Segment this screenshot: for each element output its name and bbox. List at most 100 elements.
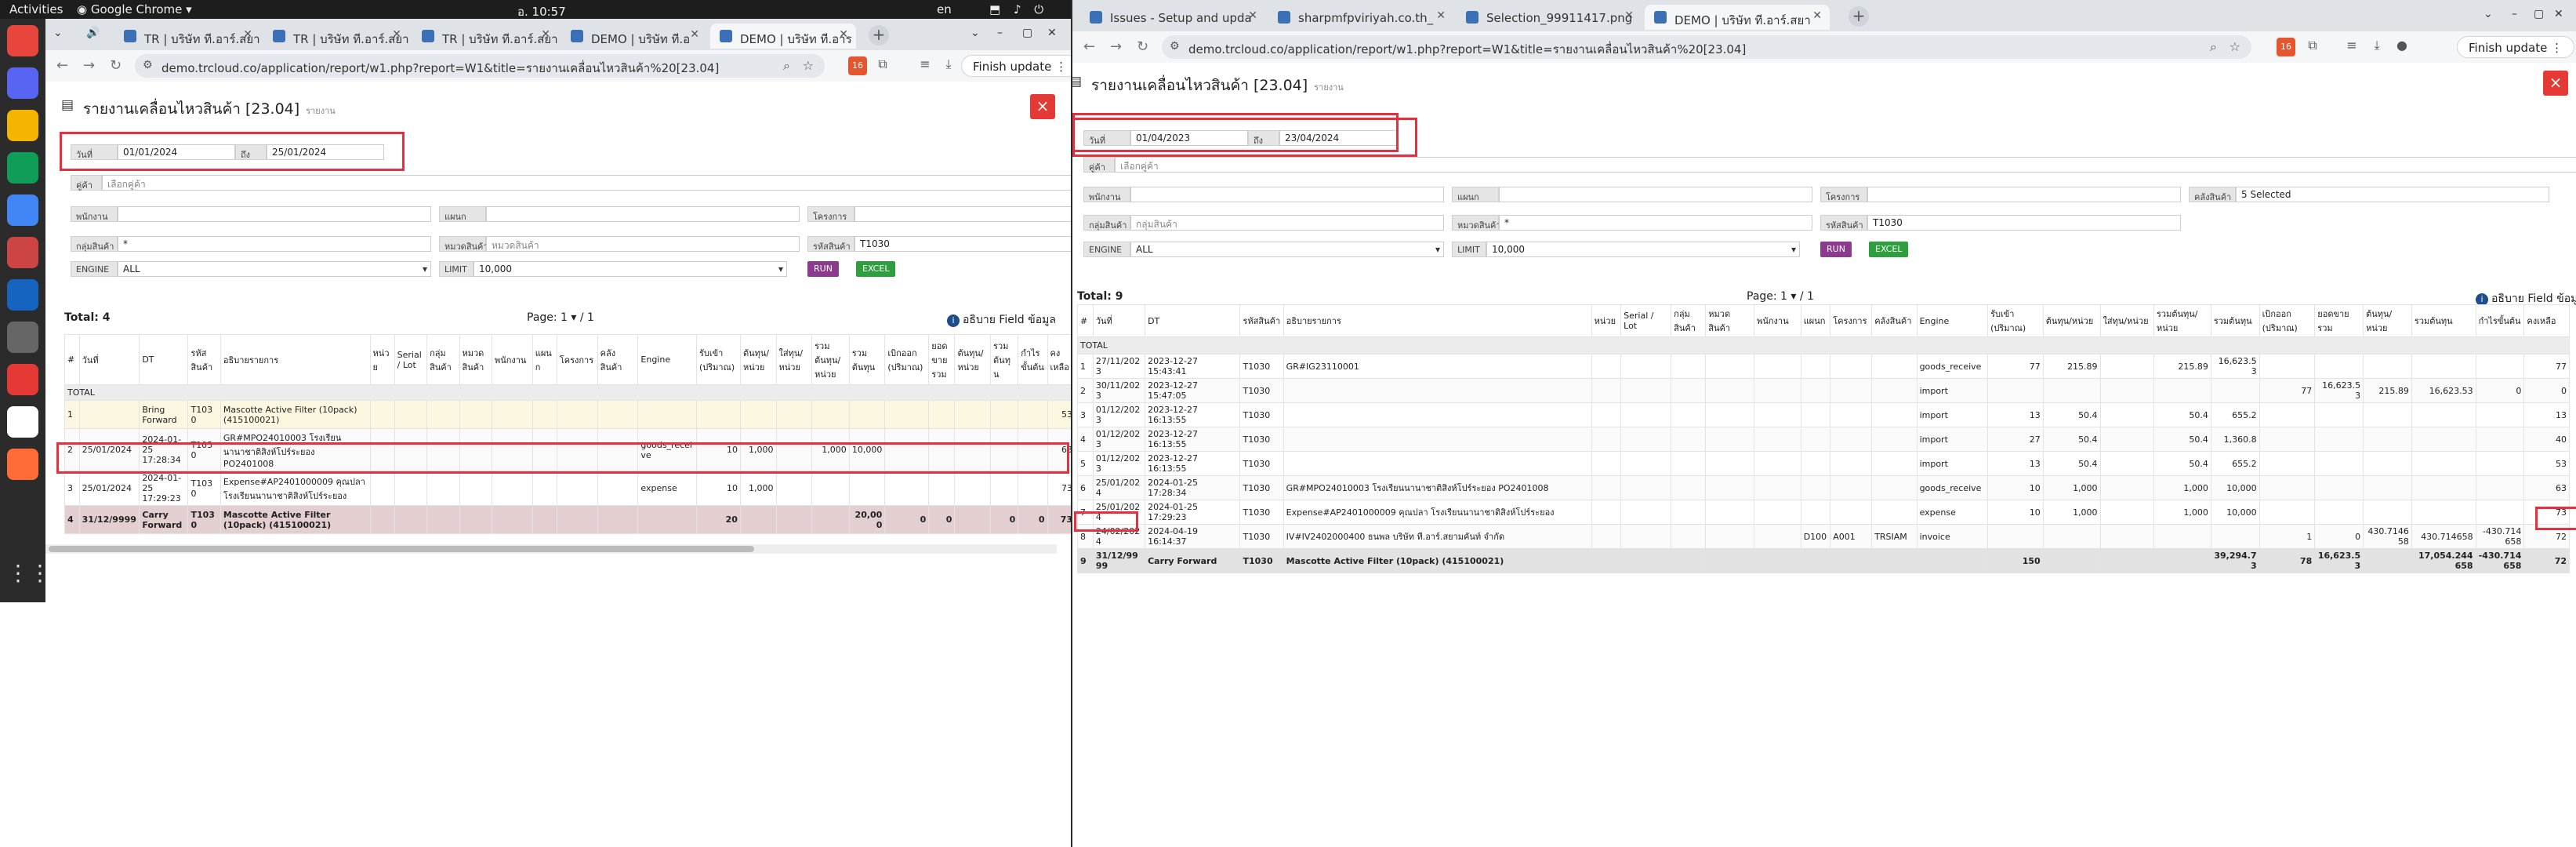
discord-icon[interactable] [7,67,38,99]
back-icon[interactable]: ← [56,57,68,74]
column-header[interactable]: แผนก [532,334,557,385]
column-header[interactable]: Serial / Lot [1620,304,1672,337]
close-tab-icon[interactable]: ✕ [1624,9,1634,22]
site-info-icon[interactable]: ⚙ [1170,40,1180,53]
column-header[interactable]: เบิกออก (ปริมาณ) [2259,304,2316,337]
customer-select[interactable]: เลือกคู่ค้า [1115,157,2576,173]
forward-icon[interactable]: → [1110,38,1122,55]
column-header[interactable]: คลังสินค้า [597,334,639,385]
column-header[interactable]: ยอดขายรวม [2314,304,2364,337]
column-header[interactable]: รวมต้นทุน/หน่วย [2153,304,2211,337]
reload-icon[interactable]: ↻ [110,57,122,74]
column-header[interactable]: วันที่ [1092,304,1146,337]
table-row[interactable]: 3 25/01/2024 2024-01-25 17:29:23 T1030 Expen… [64,471,1071,506]
date-from-input[interactable]: 01/04/2023 [1130,130,1248,146]
close-tab-icon[interactable]: ✕ [1436,9,1446,22]
maximize-icon[interactable]: ▢ [2534,8,2544,20]
column-header[interactable]: หมวดสินค้า [459,334,492,385]
column-header[interactable]: ใส่ทุน/หน่วย [775,334,813,385]
chrome-icon[interactable] [7,25,38,56]
editor-icon[interactable] [7,406,38,438]
browser-tab[interactable]: Issues - Setup and upda ✕ [1080,5,1265,30]
column-header[interactable]: อธิบายรายการ [220,334,371,385]
column-header[interactable]: หมวดสินค้า [1705,304,1755,337]
pagination[interactable]: Page: 1 ▾ / 1 [527,311,594,324]
horizontal-scrollbar[interactable] [45,544,1057,554]
dept-select[interactable] [486,206,800,222]
limit-select[interactable]: 10,000 [1486,242,1800,257]
code-input[interactable]: T1030 [854,236,1071,252]
date-from-input[interactable]: 01/01/2024 [118,144,235,160]
limit-select[interactable]: 10,000 [473,261,787,277]
column-header[interactable]: รวมต้นทุน [990,334,1019,385]
new-tab-icon[interactable]: + [869,25,889,45]
sheets-icon[interactable] [7,152,38,184]
close-tab-icon[interactable]: ✕ [541,28,550,41]
warehouse-select[interactable]: 5 Selected [2236,187,2549,202]
column-header[interactable]: คงเหลือ [2523,304,2570,337]
column-header[interactable]: คงเหลือ [1047,334,1071,385]
browser-tab[interactable]: sharpmfpviriyah.co.th_ ✕ [1268,5,1453,30]
app-menu[interactable]: ◉ Google Chrome ▾ [77,2,192,16]
docs-icon[interactable] [7,194,38,226]
zoom-icon[interactable]: ⌕ [2210,39,2217,55]
anydesk-icon[interactable] [7,364,38,395]
column-header[interactable]: # [1077,304,1094,337]
unit-input[interactable]: * [1499,215,1812,231]
zoom-icon[interactable]: ⌕ [783,58,790,74]
employee-select[interactable] [1130,187,1444,202]
unit-input[interactable]: หมวดสินค้า [486,236,800,252]
column-header[interactable]: กลุ่มสินค้า [426,334,460,385]
column-header[interactable]: Serial / Lot [394,334,428,385]
column-header[interactable]: DT [1145,304,1241,337]
column-header[interactable]: หน่วย [1591,304,1622,337]
column-header[interactable]: กำไรขั้นต้น [2475,304,2525,337]
browser-tab[interactable]: TR | บริษัท ที.อาร์.สยา ✕ [412,24,558,49]
close-tab-icon[interactable]: ✕ [690,28,699,41]
group-input[interactable]: * [118,236,431,252]
dept-select[interactable] [1499,187,1812,202]
extension-badge-icon[interactable]: 16 [848,56,867,75]
date-to-input[interactable]: 23/04/2024 [1279,130,1397,146]
column-header[interactable]: รวมต้นทุน [2411,304,2476,337]
column-header[interactable]: รับเข้า (ปริมาณ) [1987,304,2044,337]
column-header[interactable]: ต้นทุน/หน่วย [2042,304,2101,337]
column-header[interactable]: รวมต้นทุน/หน่วย [811,334,850,385]
column-header[interactable]: คลังสินค้า [1871,304,1917,337]
media-icon[interactable]: ≡ [916,56,934,75]
column-header[interactable]: ต้นทุน/หน่วย [2363,304,2412,337]
forward-icon[interactable]: → [83,57,95,74]
column-header[interactable]: รหัสสินค้า [187,334,221,385]
column-header[interactable]: รวมต้นทุน [848,334,886,385]
table-row[interactable]: 1 27/11/2023 2023-12-27 15:43:41 T1030 GR#IG… [1077,354,2570,379]
customer-select[interactable]: เลือกคู่ค้า [102,175,1071,191]
engine-select[interactable]: ALL [118,261,431,277]
run-button[interactable]: RUN [1820,242,1852,257]
excel-button[interactable]: EXCEL [1869,242,1909,257]
globe-icon[interactable] [7,279,38,311]
column-header[interactable]: อธิบายรายการ [1283,304,1592,337]
table-row[interactable]: 1 Bring Forward T1030 Mascotte Active Filte… [64,400,1071,429]
column-header[interactable]: Engine [637,334,697,385]
calculator-icon[interactable] [7,322,38,353]
extensions-puzzle-icon[interactable]: ⧉ [873,56,892,75]
scrollbar-thumb[interactable] [49,546,754,552]
slides-icon[interactable] [7,110,38,141]
minimize-icon[interactable]: – [997,27,1003,39]
download-icon[interactable]: ⤓ [2367,38,2386,56]
browser-tab[interactable]: DEMO | บริษัท ที.อาร ✕ [710,24,856,49]
column-header[interactable]: ยอดขายรวม [928,334,956,385]
close-tab-icon[interactable]: ✕ [1812,9,1822,22]
close-tab-icon[interactable]: ✕ [243,28,252,41]
column-header[interactable]: ต้นทุน/หน่วย [954,334,992,385]
extension-badge-icon[interactable]: 16 [2277,38,2295,56]
excel-button[interactable]: EXCEL [856,261,896,277]
column-header[interactable]: # [64,334,80,385]
column-header[interactable]: DT [139,334,189,385]
column-header[interactable]: รวมต้นทุน [2210,304,2260,337]
system-tray[interactable]: ⬒ ♪ ⏻ [989,2,1048,16]
finish-update-button[interactable]: Finish update ⋮ [961,55,1079,77]
table-row[interactable]: 2 30/11/2023 2023-12-27 15:47:05 T1030 impor… [1077,378,2570,403]
language-indicator[interactable]: en [937,2,952,16]
browser-tab[interactable]: DEMO | บริษัท ที.อ ✕ [561,24,707,49]
